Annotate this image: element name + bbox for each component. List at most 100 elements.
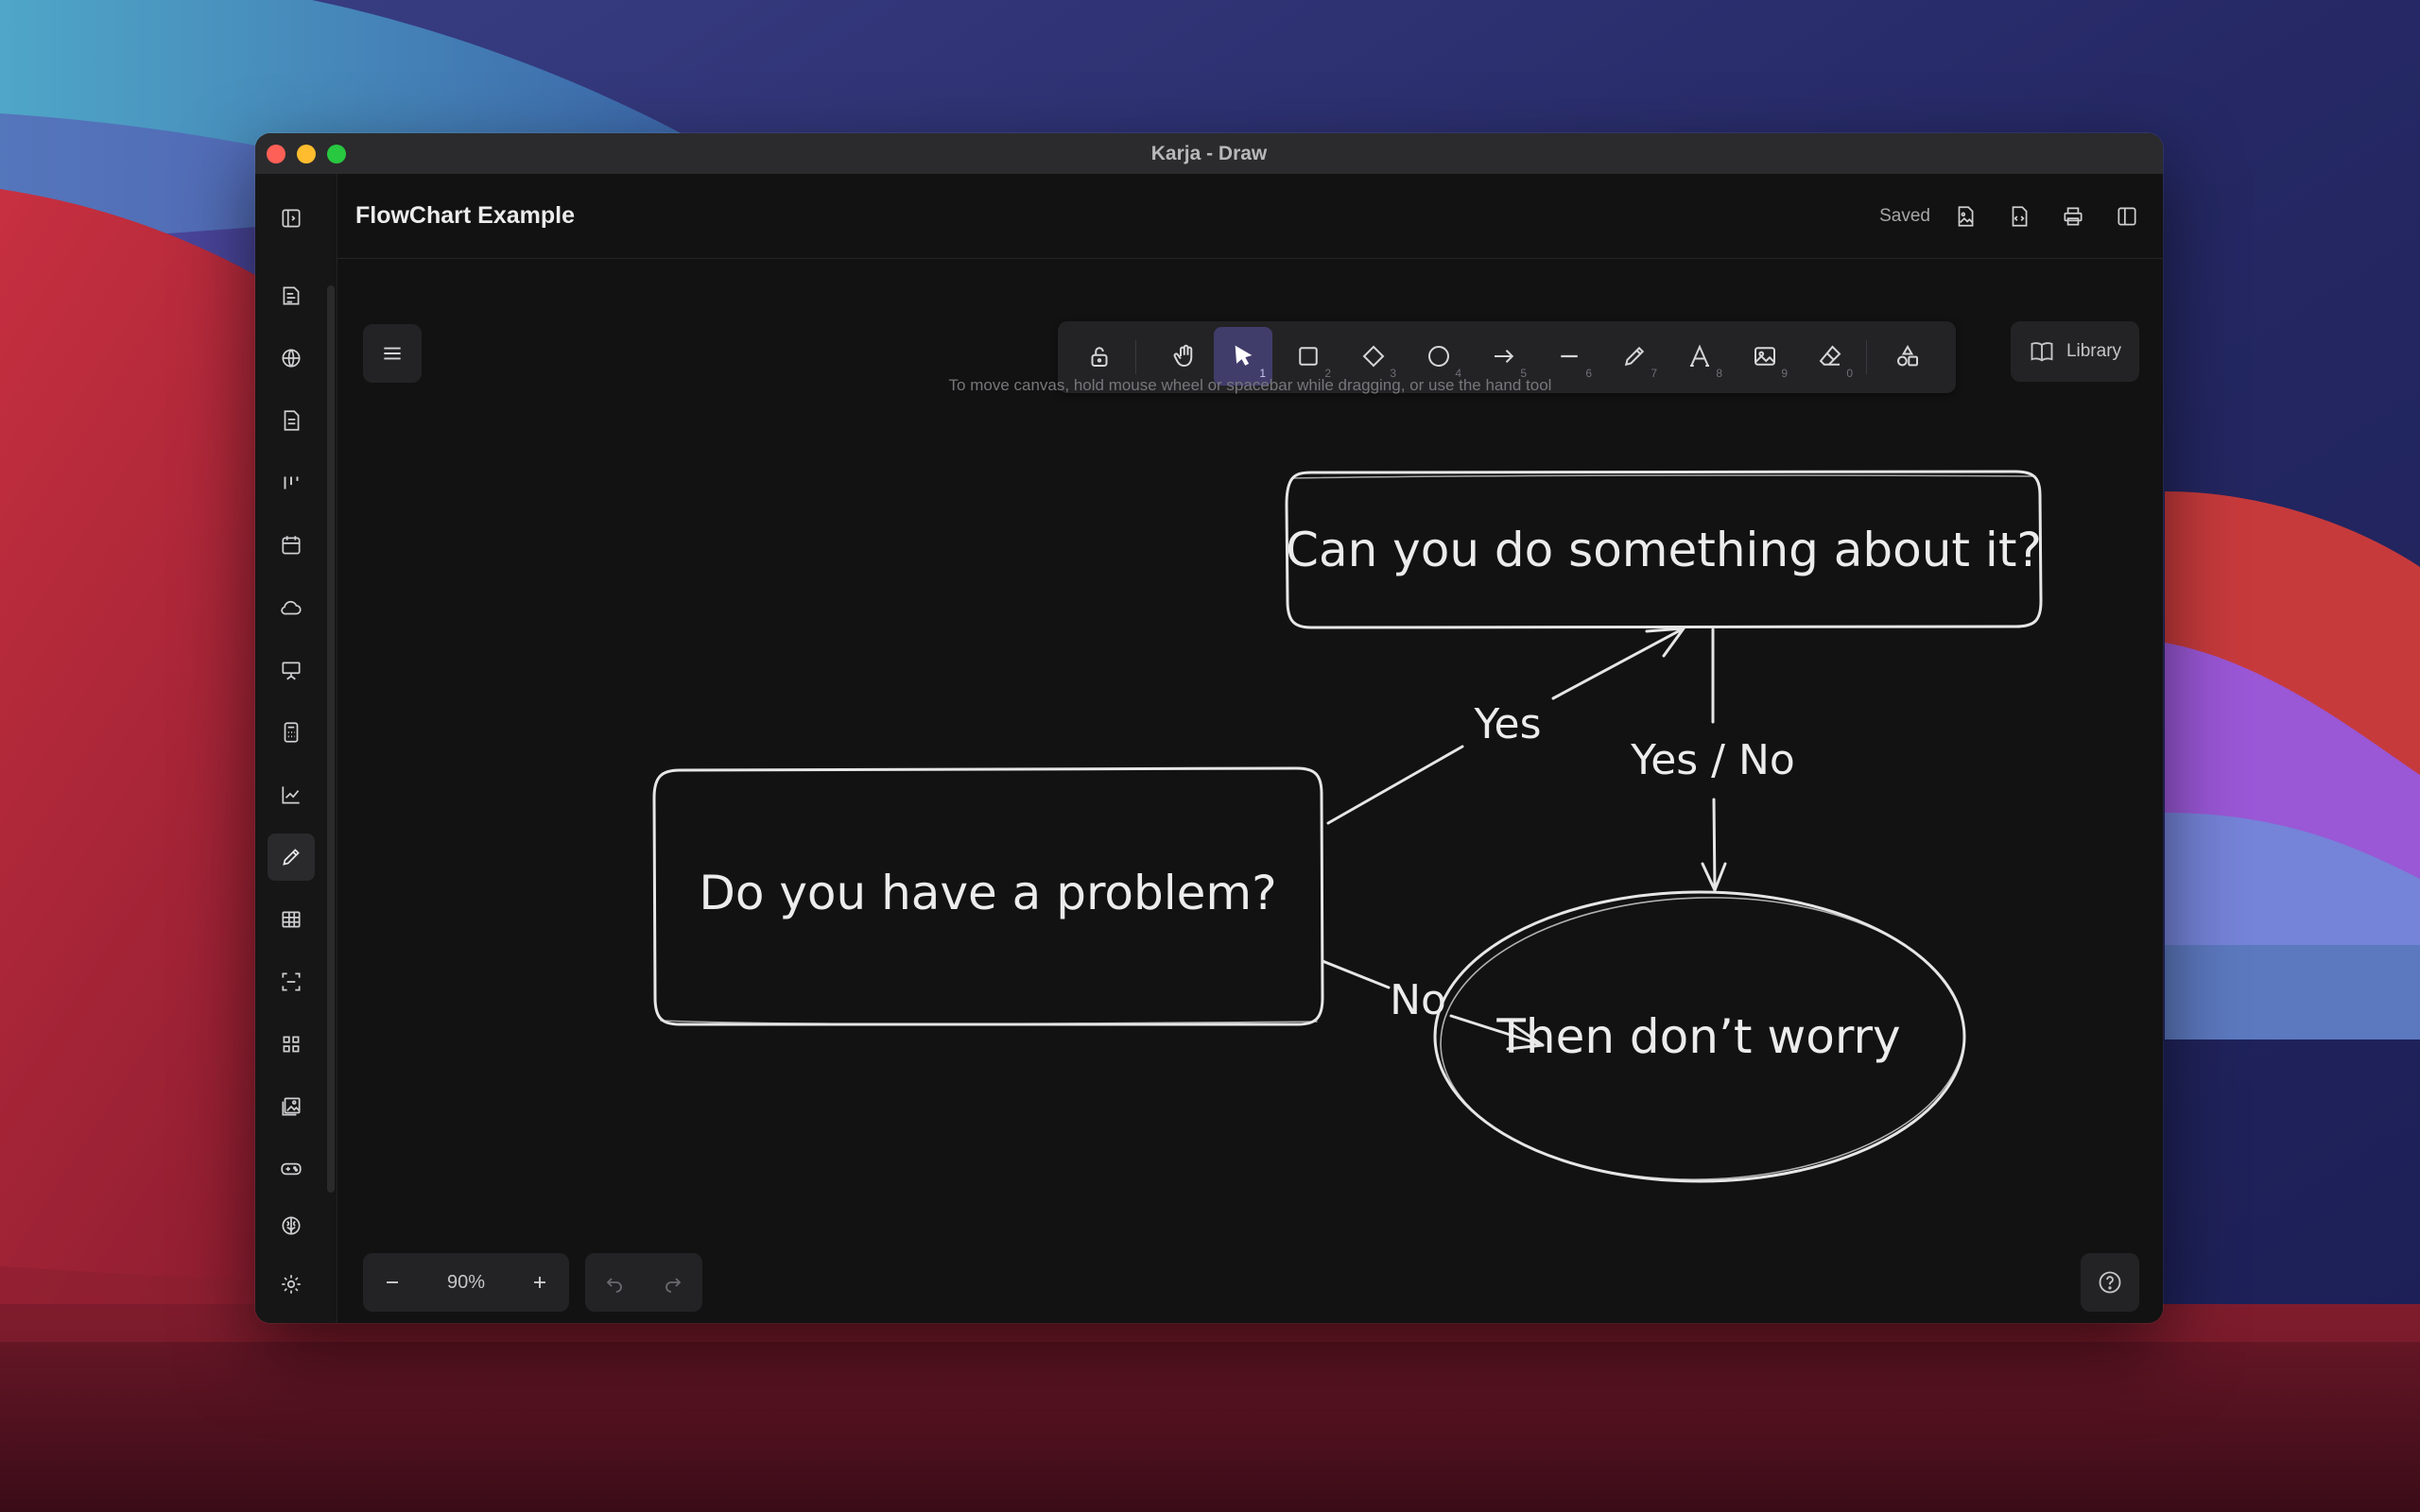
toolbar-divider: [1866, 340, 1867, 374]
plus-icon: [534, 1277, 545, 1288]
sidebar-item-scanner[interactable]: [268, 958, 315, 1005]
calendar-icon: [282, 536, 301, 555]
apps-grid-icon: [283, 1036, 300, 1053]
sidebar-item-games[interactable]: [268, 1145, 315, 1193]
chart-icon: [282, 786, 300, 804]
book-open-icon: [2031, 342, 2053, 362]
rectangle-icon: [1299, 347, 1318, 366]
sidebar-item-browser[interactable]: [268, 335, 315, 382]
text-icon: [1690, 344, 1709, 367]
zoom-controls: 90%: [363, 1253, 569, 1312]
sidebar-item-presentations[interactable]: [268, 646, 315, 694]
ellipse-icon: [1428, 346, 1449, 367]
sidebar-item-ai[interactable]: [268, 1202, 315, 1249]
diamond-icon: [1362, 345, 1385, 368]
export-code-button[interactable]: [2000, 198, 2038, 235]
document-icon: [284, 410, 300, 431]
zoom-in-button[interactable]: [510, 1253, 569, 1312]
eraser-icon: [1819, 345, 1841, 366]
presentation-icon: [282, 662, 301, 680]
no-edge-label[interactable]: No: [1390, 976, 1446, 1024]
kanban-icon: [284, 476, 299, 490]
redo-button[interactable]: [644, 1253, 702, 1312]
title-bar: Karja - Draw: [255, 133, 2163, 175]
arrow-icon: [1495, 350, 1514, 363]
canvas-hint: To move canvas, hold mouse wheel or spac…: [948, 376, 1552, 394]
yes-arrow-line-a[interactable]: [1326, 745, 1464, 825]
end-node-label[interactable]: Then don’t worry: [1495, 1009, 1900, 1064]
library-button[interactable]: Library: [2011, 321, 2139, 382]
calculator-icon: [284, 722, 299, 743]
gamepad-icon: [281, 1162, 302, 1176]
hamburger-icon: [384, 347, 401, 360]
sidebar-item-notes[interactable]: [268, 272, 315, 319]
yes-arrow-line-b[interactable]: [1551, 627, 1685, 700]
sidebar-item-cloud[interactable]: [268, 584, 315, 631]
shapes-icon: [1897, 345, 1918, 367]
cursor-icon: [1235, 345, 1253, 366]
yes-no-edge-label[interactable]: Yes / No: [1630, 736, 1795, 784]
sidebar-item-settings[interactable]: [268, 1261, 315, 1308]
main-menu-button[interactable]: [363, 324, 422, 383]
save-status: Saved: [1879, 206, 1930, 226]
toggle-panel-button[interactable]: [2108, 198, 2146, 235]
scan-icon: [282, 972, 301, 991]
sidebar-item-calendar[interactable]: [268, 522, 315, 569]
globe-icon: [282, 349, 301, 368]
help-icon: [2099, 1271, 2121, 1294]
zoom-out-button[interactable]: [363, 1253, 422, 1312]
sidebar-item-kanban[interactable]: [268, 459, 315, 507]
drawing-canvas[interactable]: Do you have a problem? Can you do someth…: [337, 259, 2163, 1323]
settings-icon: [282, 1275, 301, 1294]
cloud-icon: [281, 600, 302, 615]
start-node-label[interactable]: Do you have a problem?: [699, 866, 1276, 920]
image-icon: [1754, 347, 1775, 366]
print-button[interactable]: [2054, 198, 2092, 235]
question-node-label[interactable]: Can you do something about it?: [1286, 523, 2042, 577]
sidebar-item-charts[interactable]: [268, 771, 315, 818]
sidebar-item-draw[interactable]: [268, 833, 315, 881]
toolbar-divider: [1135, 340, 1136, 374]
app-window: Karja - Draw FlowChart Example Saved Do …: [255, 133, 2163, 1323]
history-controls: [585, 1253, 702, 1312]
print-icon: [2064, 207, 2083, 226]
line-icon: [1561, 354, 1578, 358]
no-arrow-line-a[interactable]: [1321, 959, 1391, 989]
notes-icon: [283, 286, 300, 305]
sidebar-item-apps[interactable]: [268, 1021, 315, 1068]
brain-icon: [282, 1216, 301, 1235]
redo-icon: [666, 1278, 682, 1293]
main-area: FlowChart Example Saved Do you have a pr…: [337, 174, 2163, 1323]
help-button[interactable]: [2081, 1253, 2139, 1312]
yes-edge-label[interactable]: Yes: [1473, 700, 1541, 748]
export-image-button[interactable]: [1946, 198, 1984, 235]
undo-icon: [606, 1278, 622, 1293]
yes-no-arrow-line-b[interactable]: [1712, 798, 1717, 892]
document-header: FlowChart Example Saved: [337, 174, 2163, 259]
sidebar-item-documents[interactable]: [268, 397, 315, 444]
zoom-level[interactable]: 90%: [422, 1253, 510, 1312]
undo-button[interactable]: [585, 1253, 644, 1312]
library-label: Library: [2066, 341, 2122, 361]
hand-icon: [1173, 344, 1193, 368]
sidebar-item-spreadsheet[interactable]: [268, 896, 315, 943]
table-icon: [282, 911, 301, 928]
sidebar-toggle-button[interactable]: [268, 195, 315, 242]
flowchart-diagram: Do you have a problem? Can you do someth…: [652, 470, 2043, 1183]
export-code-icon: [2012, 206, 2028, 227]
image-gallery-icon: [282, 1097, 301, 1116]
pencil-icon: [283, 849, 300, 866]
sidebar-scrollbar[interactable]: [327, 285, 335, 1193]
export-image-icon: [1958, 206, 1974, 227]
minus-icon: [387, 1281, 398, 1283]
sidebar-panel-icon: [2118, 207, 2136, 226]
app-sidebar: [255, 174, 337, 1323]
window-title: Karja - Draw: [1150, 143, 1268, 164]
sidebar-item-gallery[interactable]: [268, 1083, 315, 1130]
panel-toggle-icon: [282, 209, 301, 228]
question-box-sketch: [1291, 474, 2036, 479]
document-title[interactable]: FlowChart Example: [355, 174, 575, 258]
pencil-icon: [1624, 346, 1645, 367]
sidebar-item-calculator[interactable]: [268, 709, 315, 756]
lock-open-icon: [1091, 347, 1108, 367]
